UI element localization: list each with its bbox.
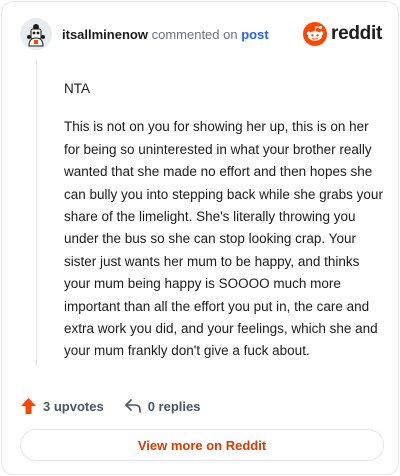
username-link[interactable]: itsallminenow — [62, 27, 148, 42]
post-link[interactable]: post — [241, 27, 268, 42]
comment-body: NTA This is not on you for showing her u… — [64, 78, 386, 379]
snoo-avatar-icon[interactable] — [20, 18, 52, 50]
upvote-arrow-icon — [21, 398, 36, 414]
embedded-comment-card: itsallminenow commented on post reddit N… — [1, 1, 399, 475]
comment-paragraph: This is not on you for showing her up, t… — [64, 119, 383, 359]
reddit-wordmark: reddit — [331, 23, 382, 44]
reply-count: 0 replies — [147, 398, 201, 414]
reddit-logo-icon — [303, 22, 328, 46]
replies-button[interactable]: 0 replies — [124, 398, 201, 414]
comment-paragraph: NTA — [64, 81, 90, 96]
view-more-button[interactable]: View more on Reddit — [20, 429, 384, 461]
comment-meta: itsallminenow commented on post — [62, 27, 269, 43]
comment-header: itsallminenow commented on post reddit — [20, 18, 382, 50]
reply-arrow-icon — [124, 399, 141, 413]
upvote-count: 3 upvotes — [43, 398, 104, 414]
comment-actions: 3 upvotes 0 replies — [20, 396, 200, 416]
reddit-brand-link[interactable]: reddit — [303, 22, 382, 46]
upvote-button[interactable]: 3 upvotes — [20, 397, 104, 415]
thread-line — [36, 60, 37, 366]
action-text: commented on — [151, 27, 238, 42]
